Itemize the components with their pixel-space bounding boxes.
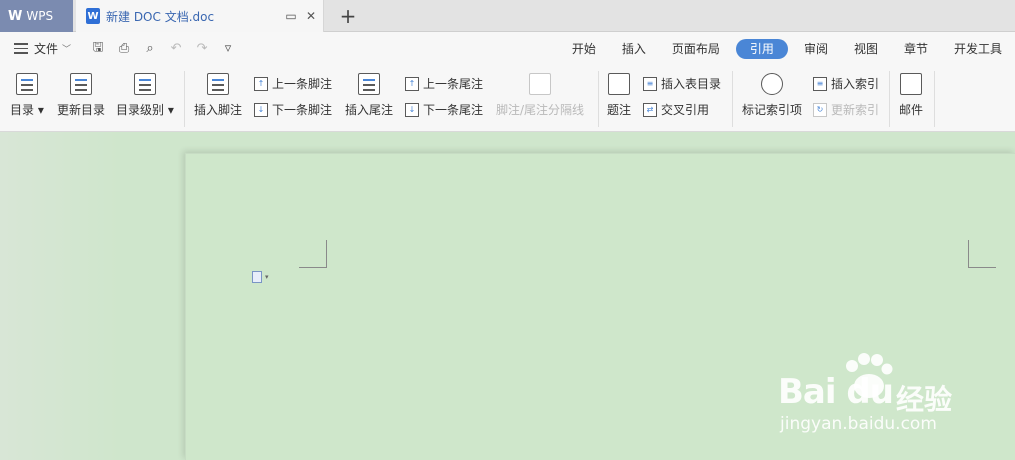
ribbon-references: 目录 ▾ 更新目录 目录级别 ▾ 插入脚注 ↑ 上一条脚注 ↓ 下一条脚注 插入… xyxy=(0,65,1015,132)
paw-logo-icon xyxy=(840,352,896,402)
insert-index-label: 插入索引 xyxy=(831,77,880,91)
watermark-cn: 经验 xyxy=(896,383,953,416)
ribbon-separator xyxy=(732,71,733,127)
table-of-figures-icon: ≡ xyxy=(643,76,657,91)
update-toc-button[interactable]: 更新目录 xyxy=(57,73,105,118)
title-bar: W WPS W 新建 DOC 文档.doc ▭ ✕ + xyxy=(0,0,1015,32)
tab-insert[interactable]: 插入 xyxy=(612,39,656,59)
insert-endnote-icon xyxy=(358,73,380,95)
ribbon-separator xyxy=(184,71,185,127)
prev-footnote-label: 上一条脚注 xyxy=(272,77,333,91)
hamburger-menu-icon[interactable] xyxy=(14,43,28,54)
next-endnote-label: 下一条尾注 xyxy=(423,103,484,117)
caption-button[interactable]: 题注 xyxy=(607,73,631,118)
new-tab-button[interactable]: + xyxy=(336,4,360,28)
tab-sections[interactable]: 章节 xyxy=(894,39,938,59)
tab-references[interactable]: 引用 xyxy=(735,38,788,59)
tab-view[interactable]: 视图 xyxy=(844,39,888,59)
footnote-separator-button[interactable]: 脚注/尾注分隔线 xyxy=(496,73,584,118)
pin-tab-icon[interactable]: ▭ xyxy=(283,8,299,24)
insert-endnote-button[interactable]: 插入尾注 xyxy=(345,73,393,118)
caption-label: 题注 xyxy=(607,103,632,117)
insert-index-button[interactable]: ≡ 插入索引 xyxy=(813,75,879,92)
print-preview-icon[interactable]: ⌕ xyxy=(142,41,158,57)
next-footnote-icon: ↓ xyxy=(254,102,268,117)
redo-icon[interactable]: ↷ xyxy=(194,41,210,57)
insert-endnote-label: 插入尾注 xyxy=(345,103,394,117)
paragraph-layout-icon[interactable]: ▾ xyxy=(252,271,269,283)
prev-endnote-label: 上一条尾注 xyxy=(423,77,484,91)
update-index-icon: ↻ xyxy=(813,102,827,117)
cross-reference-label: 交叉引用 xyxy=(661,103,710,117)
document-tab-title: 新建 DOC 文档.doc xyxy=(106,9,215,24)
toc-level-icon xyxy=(133,73,156,95)
watermark-url: jingyan.baidu.com xyxy=(780,414,937,434)
cross-reference-button[interactable]: ⇄ 交叉引用 xyxy=(643,101,709,118)
ribbon-separator xyxy=(598,71,599,127)
insert-index-icon: ≡ xyxy=(813,76,827,91)
tab-developer[interactable]: 开发工具 xyxy=(944,39,1012,59)
wps-logo-icon: W xyxy=(8,8,23,24)
close-tab-icon[interactable]: ✕ xyxy=(303,8,319,24)
margin-corner-top-right xyxy=(968,240,996,268)
insert-table-of-figures-button[interactable]: ≡ 插入表目录 xyxy=(643,75,721,92)
prev-footnote-button[interactable]: ↑ 上一条脚注 xyxy=(254,75,332,92)
paragraph-doc-icon xyxy=(252,271,262,283)
tab-page-layout[interactable]: 页面布局 xyxy=(662,39,730,59)
wps-tab-label: WPS xyxy=(26,9,54,23)
ribbon-separator xyxy=(934,71,935,127)
toc-level-label: 目录级别 xyxy=(116,103,165,117)
file-menu-chevron-icon[interactable]: ﹀ xyxy=(62,42,71,55)
next-footnote-button[interactable]: ↓ 下一条脚注 xyxy=(254,101,332,118)
footnote-separator-label: 脚注/尾注分隔线 xyxy=(496,103,585,117)
baidu-jingyan-watermark: Bai du 经验 jingyan.baidu.com xyxy=(778,350,978,440)
tab-review[interactable]: 审阅 xyxy=(794,39,838,59)
undo-icon[interactable]: ↶ xyxy=(168,41,184,57)
mail-label: 邮件 xyxy=(899,103,924,117)
document-tab[interactable]: W 新建 DOC 文档.doc ▭ ✕ xyxy=(76,0,324,32)
prev-footnote-icon: ↑ xyxy=(254,76,268,91)
insert-footnote-button[interactable]: 插入脚注 xyxy=(194,73,242,118)
tab-home[interactable]: 开始 xyxy=(562,39,606,59)
ribbon-separator xyxy=(889,71,890,127)
next-endnote-icon: ↓ xyxy=(405,102,419,117)
footnote-separator-icon xyxy=(529,73,552,95)
mark-index-entry-button[interactable]: 标记索引项 xyxy=(742,73,802,118)
update-index-button[interactable]: ↻ 更新索引 xyxy=(813,101,879,118)
insert-footnote-icon xyxy=(207,73,229,95)
ribbon-tabs: 开始 插入 页面布局 引用 审阅 视图 章节 开发工具 xyxy=(559,32,1015,65)
save-icon[interactable]: 🖫 xyxy=(90,40,106,57)
toc-icon xyxy=(15,73,38,95)
mark-index-icon xyxy=(761,73,783,95)
file-menu[interactable]: 文件 xyxy=(34,40,58,57)
envelope-icon xyxy=(900,73,922,95)
print-icon[interactable]: ⎙ xyxy=(116,41,132,57)
prev-endnote-icon: ↑ xyxy=(405,76,419,91)
mark-index-entry-label: 标记索引项 xyxy=(742,103,803,117)
customize-toolbar-icon[interactable]: ▿ xyxy=(220,41,236,57)
caption-icon xyxy=(608,73,630,95)
prev-endnote-button[interactable]: ↑ 上一条尾注 xyxy=(405,75,483,92)
update-index-label: 更新索引 xyxy=(831,103,880,117)
wps-home-tab[interactable]: W WPS xyxy=(0,0,73,32)
margin-corner-top-left xyxy=(299,240,327,268)
insert-table-of-figures-label: 插入表目录 xyxy=(661,77,722,91)
next-footnote-label: 下一条脚注 xyxy=(272,103,333,117)
mail-button[interactable]: 邮件 xyxy=(899,73,923,118)
toc-level-button[interactable]: 目录级别 ▾ xyxy=(116,73,174,118)
update-toc-icon xyxy=(70,73,92,95)
toc-button[interactable]: 目录 ▾ xyxy=(10,73,44,118)
toc-label: 目录 xyxy=(10,103,35,117)
menu-bar: 文件 ﹀ 🖫 ⎙ ⌕ ↶ ↷ ▿ 开始 插入 页面布局 引用 审阅 视图 章节 … xyxy=(0,32,1015,65)
next-endnote-button[interactable]: ↓ 下一条尾注 xyxy=(405,101,483,118)
word-doc-icon: W xyxy=(86,8,100,24)
paragraph-dropdown-icon: ▾ xyxy=(265,273,269,281)
cross-reference-icon: ⇄ xyxy=(643,102,657,117)
update-toc-label: 更新目录 xyxy=(57,103,106,117)
insert-footnote-label: 插入脚注 xyxy=(194,103,243,117)
